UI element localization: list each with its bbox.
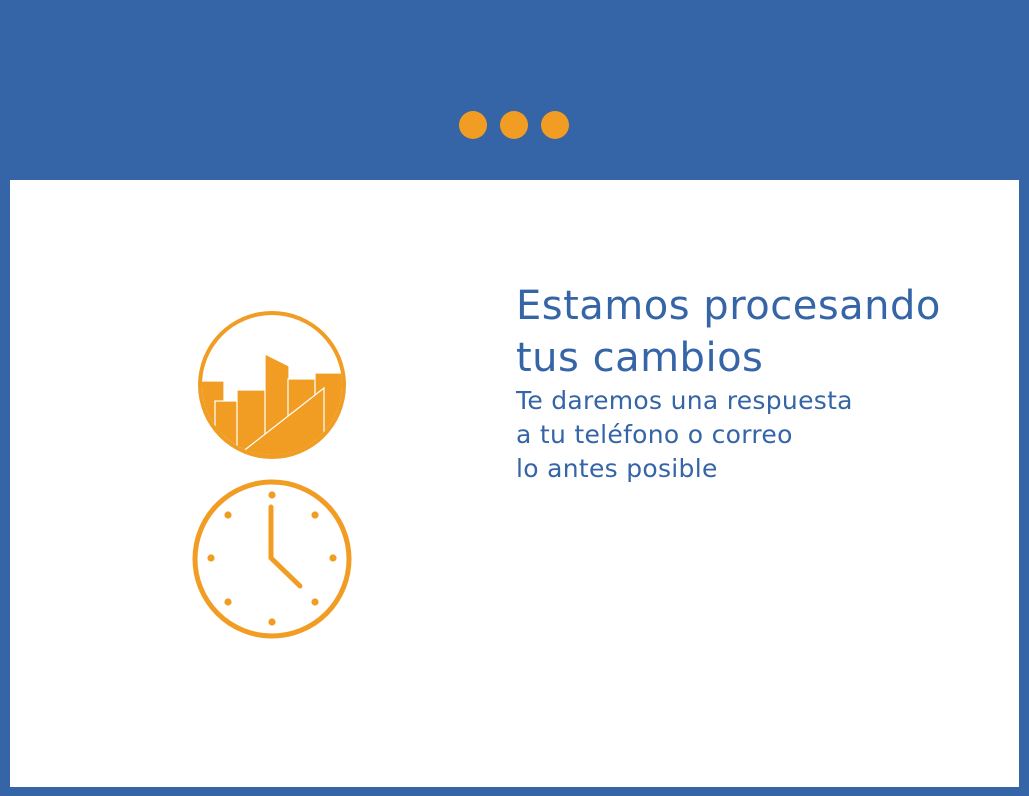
city-skyline-icon xyxy=(198,311,346,459)
description-line: lo antes posible xyxy=(516,454,718,483)
headline-line: Estamos procesando xyxy=(516,283,941,329)
window-dot xyxy=(459,111,487,139)
description-line: a tu teléfono o correo xyxy=(516,420,793,449)
headline-line: tus cambios xyxy=(516,335,764,381)
status-description: Te daremos una respuesta a tu teléfono o… xyxy=(516,384,996,486)
window-controls xyxy=(459,111,569,139)
window-dot xyxy=(541,111,569,139)
description-line: Te daremos una respuesta xyxy=(516,386,853,415)
processing-illustration xyxy=(192,311,352,639)
status-message: Estamos procesando tus cambios Te daremo… xyxy=(516,280,996,486)
window-dot xyxy=(500,111,528,139)
content-panel: Estamos procesando tus cambios Te daremo… xyxy=(10,180,1019,787)
status-headline: Estamos procesando tus cambios xyxy=(516,280,996,384)
clock-icon xyxy=(192,479,352,639)
